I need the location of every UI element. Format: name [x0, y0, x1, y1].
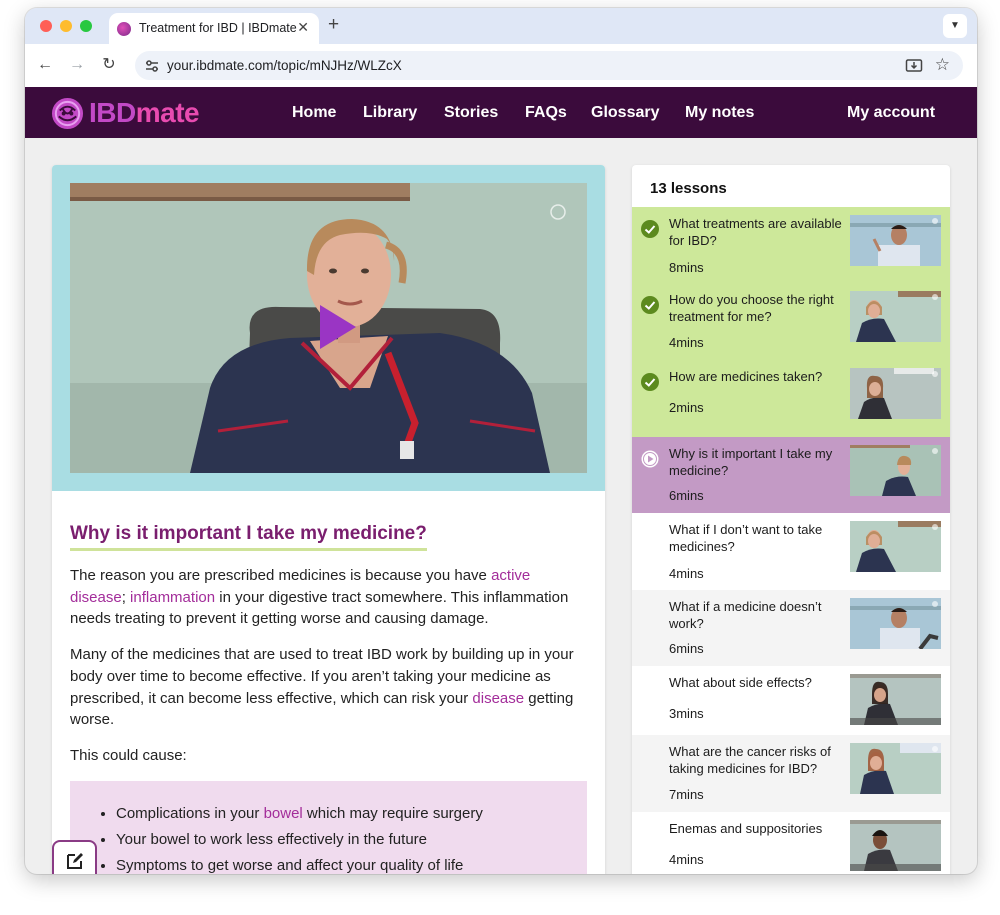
maximize-window-button[interactable] [80, 20, 92, 32]
lessons-sidebar: 13 lessons What treatments are available… [632, 165, 950, 874]
article-title: Why is it important I take my medicine? [70, 523, 427, 551]
lesson-thumbnail [850, 291, 941, 342]
lesson-item-why-important[interactable]: Why is it important I take my medicine? … [632, 437, 950, 513]
nav-library[interactable]: Library [363, 104, 417, 122]
play-circle-icon [641, 450, 659, 468]
lesson-thumbnail [850, 215, 941, 266]
lesson-title: What treatments are available for IBD? [669, 216, 842, 248]
lesson-title: What if a medicine doesn’t work? [669, 599, 822, 631]
site-settings-icon[interactable] [144, 58, 160, 74]
lesson-thumbnail [850, 521, 941, 572]
lesson-duration: 7mins [669, 787, 704, 802]
lesson-thumbnail [850, 743, 941, 794]
active-tab[interactable]: Treatment for IBD | IBDmate ✕ [109, 13, 319, 44]
lesson-duration: 4mins [669, 335, 704, 350]
lesson-title: How are medicines taken? [669, 369, 823, 384]
lesson-item-side-effects[interactable]: What about side effects? 3mins [632, 666, 950, 735]
close-tab-icon[interactable]: ✕ [297, 19, 309, 36]
lesson-content-card: Why is it important I take my medicine? … [52, 165, 605, 874]
article-body: Why is it important I take my medicine? … [70, 491, 587, 874]
lesson-thumbnail [850, 368, 941, 419]
browser-toolbar: ← → ↻ your.ibdmate.com/topic/mNJHz/WLZcX… [25, 44, 977, 87]
lesson-item-cancer-risks[interactable]: What are the cancer risks of taking medi… [632, 735, 950, 812]
glossary-link-disease[interactable]: disease [472, 690, 524, 707]
lesson-item-what-treatments[interactable]: What treatments are available for IBD? 8… [632, 207, 950, 283]
browser-window: Treatment for IBD | IBDmate ✕ + ▼ ← → ↻ … [25, 8, 977, 874]
lesson-duration: 4mins [669, 852, 704, 867]
video-frame [52, 165, 605, 491]
forward-arrow-icon[interactable]: → [65, 53, 89, 77]
glossary-link-inflammation[interactable]: inflammation [130, 589, 215, 606]
lessons-count: 13 lessons [650, 180, 727, 197]
lesson-item-choose-treatment[interactable]: How do you choose the right treatment fo… [632, 283, 950, 360]
paragraph-3: This could cause: [70, 746, 187, 764]
lesson-thumbnail [850, 674, 941, 725]
lesson-duration: 2mins [669, 400, 704, 415]
install-app-icon[interactable] [905, 57, 923, 75]
lesson-thumbnail [850, 820, 941, 871]
lesson-duration: 6mins [669, 488, 704, 503]
edit-note-icon [67, 853, 83, 869]
lesson-item-dont-want[interactable]: What if I don’t want to take medicines? … [632, 513, 950, 590]
lesson-title: Enemas and suppositories [669, 821, 823, 836]
list-item: Complications in your bowel which may re… [116, 801, 587, 827]
url-text: your.ibdmate.com/topic/mNJHz/WLZcX [167, 58, 402, 73]
site-header: IBDmate Home Library Stories FAQs Glossa… [25, 87, 977, 138]
risks-list: Complications in your bowel which may re… [70, 780, 587, 874]
glossary-link-bowel[interactable]: bowel [264, 805, 303, 822]
address-bar[interactable]: your.ibdmate.com/topic/mNJHz/WLZcX ☆ [135, 51, 963, 80]
ibdmate-logo[interactable]: IBDmate [51, 97, 200, 129]
check-circle-icon [641, 296, 659, 314]
lesson-title: What about side effects? [669, 675, 812, 690]
tab-strip: Treatment for IBD | IBDmate ✕ + ▼ [25, 8, 977, 44]
bookmark-star-icon[interactable]: ☆ [935, 55, 950, 75]
lesson-title: What are the cancer risks of taking medi… [669, 744, 831, 776]
lesson-item-enemas[interactable]: Enemas and suppositories 4mins [632, 812, 950, 874]
nav-stories[interactable]: Stories [444, 104, 498, 122]
add-note-button[interactable] [52, 840, 97, 874]
lesson-title: How do you choose the right treatment fo… [669, 292, 834, 324]
nav-faqs[interactable]: FAQs [525, 104, 567, 122]
check-circle-icon [641, 220, 659, 238]
check-circle-icon [641, 373, 659, 391]
minimize-window-button[interactable] [60, 20, 72, 32]
lesson-thumbnail [850, 445, 941, 496]
logo-wordmark: IBDmate [89, 97, 200, 128]
nav-home[interactable]: Home [292, 104, 336, 122]
back-arrow-icon[interactable]: ← [33, 53, 57, 77]
nav-my-notes[interactable]: My notes [685, 104, 754, 122]
reload-icon[interactable]: ↻ [97, 53, 121, 77]
lesson-duration: 4mins [669, 566, 704, 581]
list-item: Your bowel to work less effectively in t… [116, 827, 587, 853]
lesson-thumbnail [850, 598, 941, 649]
lesson-duration: 8mins [669, 260, 704, 275]
paragraph-2: Many of the medicines that are used to t… [70, 646, 574, 729]
video-player[interactable] [70, 183, 587, 473]
nav-my-account[interactable]: My account [847, 104, 935, 122]
video-thumbnail-nurse [70, 183, 587, 473]
tab-title: Treatment for IBD | IBDmate [139, 21, 297, 35]
paragraph-1: The reason you are prescribed medicines … [70, 567, 569, 628]
lesson-title: What if I don’t want to take medicines? [669, 522, 823, 554]
lesson-title: Why is it important I take my medicine? [669, 446, 833, 478]
lesson-duration: 6mins [669, 641, 704, 656]
ibdmate-logo-icon [51, 97, 84, 129]
lesson-item-doesnt-work[interactable]: What if a medicine doesn’t work? 6mins [632, 590, 950, 666]
lesson-item-how-taken[interactable]: How are medicines taken? 2mins [632, 360, 950, 437]
close-window-button[interactable] [40, 20, 52, 32]
tab-search-chevron-icon[interactable]: ▼ [943, 14, 967, 38]
new-tab-icon[interactable]: + [328, 14, 339, 36]
nav-glossary[interactable]: Glossary [591, 104, 659, 122]
list-item: Symptoms to get worse and affect your qu… [116, 853, 587, 874]
lesson-duration: 3mins [669, 706, 704, 721]
ibdmate-favicon-icon [117, 22, 131, 36]
